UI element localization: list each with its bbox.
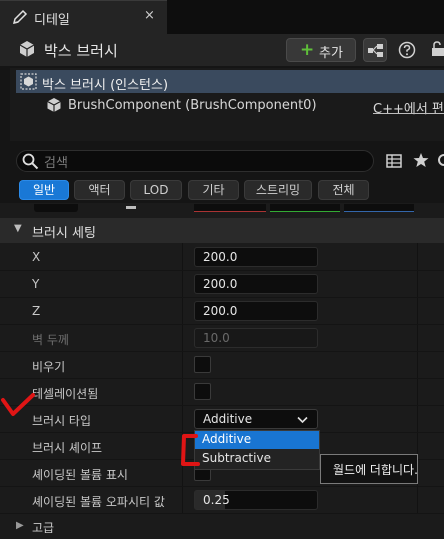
opacity-field[interactable]: 0.25 — [194, 490, 318, 510]
property-label-y: Y — [32, 277, 40, 291]
opacity-value: 0.25 — [203, 493, 230, 507]
tab-title: 디테일 — [34, 13, 70, 28]
chevron-down-icon — [297, 416, 308, 424]
property-label-hollow: 비우기 — [32, 360, 66, 374]
brush-type-value: Additive — [203, 412, 253, 426]
z-value: 200.0 — [203, 304, 238, 318]
clipped-field-z — [344, 204, 414, 212]
add-button-label: 추가 — [319, 46, 343, 61]
filter-tab-actor[interactable]: 액터 — [74, 180, 125, 200]
help-icon[interactable] — [398, 41, 416, 59]
close-icon[interactable]: × — [144, 8, 155, 23]
tooltip-text: 월드에 더합니다. — [333, 463, 418, 477]
row-divider — [0, 324, 444, 325]
property-label-shaded-volume-opacity: 셰이딩된 볼륨 오파시티 값 — [32, 495, 165, 509]
blueprint-icon — [368, 44, 383, 57]
cube-icon — [47, 98, 61, 112]
row-divider — [0, 378, 444, 379]
property-label-show-shaded-volume: 셰이딩된 볼륨 표시 — [32, 468, 128, 482]
pencil-icon — [12, 9, 28, 25]
dropdown-option-subtractive-label: Subtractive — [202, 451, 271, 465]
clipped-field-y — [270, 204, 340, 212]
hollow-checkbox[interactable] — [194, 356, 211, 373]
table-view-icon[interactable] — [386, 153, 402, 169]
row-divider — [0, 270, 444, 271]
search-icon — [22, 153, 39, 170]
property-label-wall-thickness: 벽 두께 — [32, 333, 69, 347]
expand-arrow-icon: ▶ — [16, 520, 24, 531]
x-field[interactable]: 200.0 — [194, 247, 318, 267]
brush-actor-icon — [20, 73, 37, 90]
section-advanced[interactable]: 고급 — [32, 519, 54, 536]
property-label-brush-shape: 브러시 셰이프 — [32, 441, 103, 455]
row-divider — [0, 486, 444, 487]
blueprint-button[interactable] — [363, 38, 387, 62]
row-divider — [0, 297, 444, 298]
page-title: 박스 브러시 — [44, 42, 118, 60]
red-bracket-annotation — [181, 434, 200, 466]
filter-tab-misc[interactable]: 기타 — [188, 180, 239, 200]
link-underline — [373, 113, 444, 114]
y-field[interactable]: 200.0 — [194, 274, 318, 294]
filter-tab-streaming[interactable]: 스트리밍 — [244, 180, 312, 200]
clipped-divider — [126, 206, 136, 209]
property-label-x: X — [32, 250, 41, 264]
property-label-z: Z — [32, 304, 41, 318]
star-icon[interactable] — [413, 152, 429, 168]
search-input[interactable] — [16, 150, 374, 172]
property-label-tessellated: 테셀레이션됨 — [32, 387, 99, 401]
wall-thickness-field: 10.0 — [194, 328, 318, 348]
x-value: 200.0 — [203, 250, 238, 264]
row-divider — [0, 405, 444, 406]
plus-icon: + — [300, 40, 315, 60]
wall-thickness-value: 10.0 — [203, 331, 230, 345]
tessellated-checkbox[interactable] — [194, 383, 211, 400]
clipped-field — [34, 204, 78, 212]
z-field[interactable]: 200.0 — [194, 301, 318, 321]
filter-tab-lod[interactable]: LOD — [130, 180, 182, 200]
clipped-field-x — [194, 204, 266, 212]
y-value: 200.0 — [203, 277, 238, 291]
tree-row-root-label: 박스 브러시 (인스턴스) — [42, 78, 169, 93]
filter-tab-general[interactable]: 일반 — [19, 180, 69, 200]
settings-icon[interactable] — [436, 152, 444, 168]
section-title: 브러시 세팅 — [32, 226, 96, 241]
property-label-brush-type: 브러시 타입 — [32, 414, 92, 428]
cube-icon — [19, 41, 35, 57]
add-component-button[interactable]: + 추가 — [286, 38, 356, 62]
brush-type-combo[interactable]: Additive — [194, 409, 318, 429]
collapse-arrow-icon: ▼ — [14, 223, 22, 234]
tree-row-child-label: BrushComponent (BrushComponent0) — [68, 98, 317, 113]
edit-in-cpp-link[interactable]: C++에서 편집 — [373, 98, 444, 117]
row-divider — [0, 513, 444, 514]
lock-icon[interactable] — [430, 40, 444, 58]
filter-tab-all[interactable]: 전체 — [318, 180, 369, 200]
red-checkmark-annotation — [1, 393, 35, 416]
dropdown-option-additive-label: Additive — [202, 432, 252, 446]
search-placeholder: 검색 — [44, 156, 68, 171]
row-divider — [0, 351, 444, 352]
